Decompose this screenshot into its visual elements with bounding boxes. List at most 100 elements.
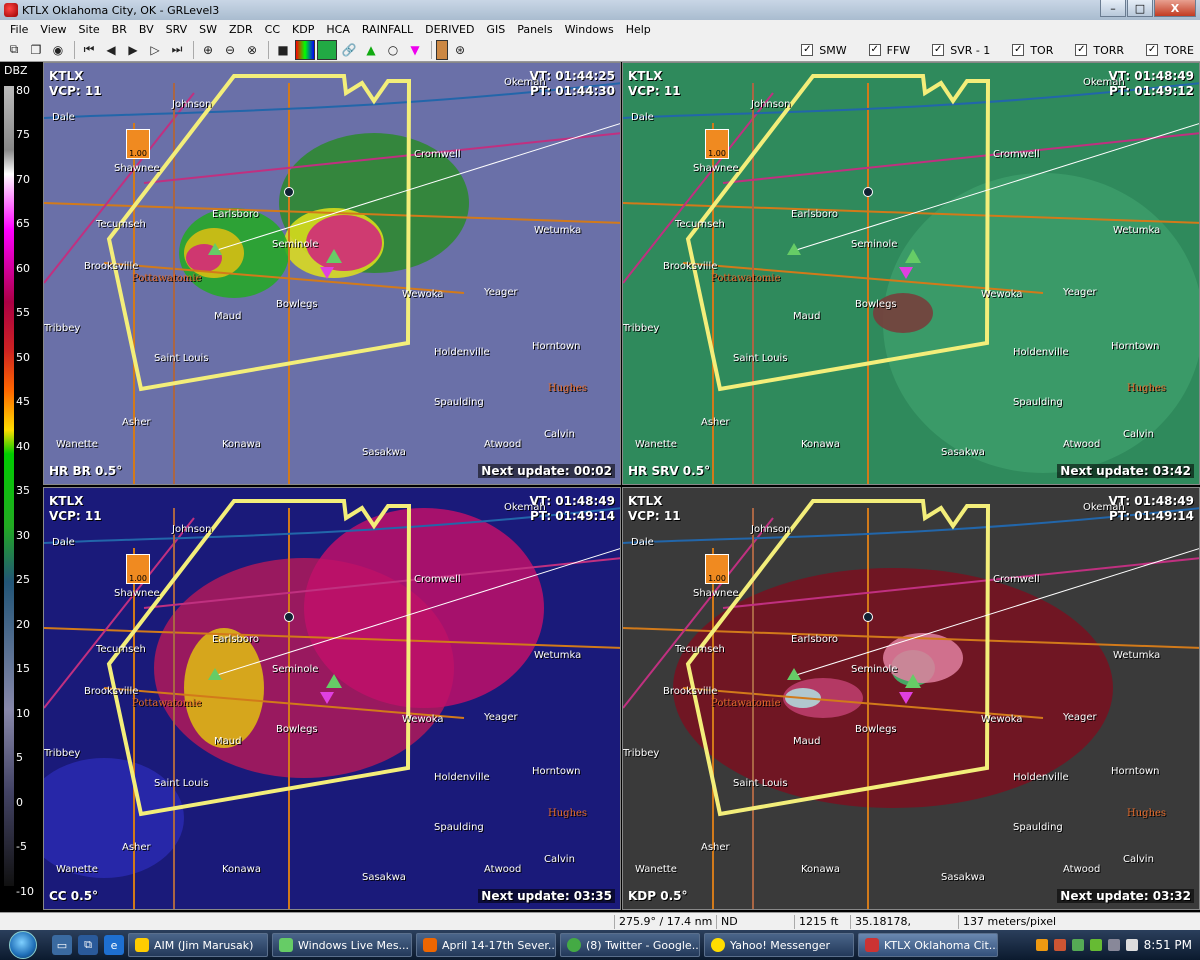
show-desktop-icon[interactable]: ▭ [52,935,72,955]
storm-cell-icon[interactable] [208,243,222,255]
checkbox-icon[interactable]: ✓ [1012,44,1025,56]
menu-br[interactable]: BR [106,23,133,36]
task-aim[interactable]: AIM (Jim Marusak) [128,933,268,957]
menu-cc[interactable]: CC [259,23,286,36]
menu-site[interactable]: Site [73,23,106,36]
zoom-in-icon[interactable]: ⊕ [198,40,218,60]
start-button[interactable] [0,930,46,960]
radar-site-icon[interactable] [863,612,873,622]
hail-size-label: 1.00 [708,574,726,583]
town-label-wanette: Wanette [56,439,98,450]
filter-ffw[interactable]: ✓ FFW [868,44,910,57]
stop-icon[interactable]: ■ [273,40,293,60]
switch-windows-icon[interactable]: ⧉ [78,935,98,955]
radar-site-icon[interactable] [863,187,873,197]
radar-panel-kdp[interactable]: KTLX VCP: 11 VT: 01:48:49 PT: 01:49:14 KDP 0… [622,487,1200,910]
menu-kdp[interactable]: KDP [286,23,320,36]
storm-cell-2-icon[interactable] [905,674,921,688]
first-frame-icon[interactable]: ⏮ [79,40,99,60]
radar-panel-cc[interactable]: KTLX VCP: 11 VT: 01:48:49 PT: 01:49:14 CC 0.… [43,487,621,910]
paste-icon[interactable]: ❐ [26,40,46,60]
filter-torr[interactable]: ✓ TORR [1075,44,1124,57]
mesocyclone-icon[interactable] [320,267,334,279]
link-icon[interactable]: 🔗 [339,40,359,60]
menu-hca[interactable]: HCA [320,23,355,36]
menu-srv[interactable]: SRV [160,23,194,36]
tray-icon[interactable] [1071,939,1084,951]
task-grlevel3[interactable]: KTLX Oklahoma Cit... [858,933,998,957]
menu-derived[interactable]: DERIVED [419,23,480,36]
radar-panel-br[interactable]: KTLX VCP: 11 VT: 01:44:25 PT: 01:44:30 HR BR… [43,62,621,485]
filter-tore[interactable]: ✓ TORE [1146,44,1194,57]
tray-icon[interactable] [1035,939,1048,951]
menu-view[interactable]: View [34,23,72,36]
checkbox-icon[interactable]: ✓ [868,44,881,56]
hail-marker-icon[interactable]: 1.00 [705,129,729,159]
checkbox-icon[interactable]: ✓ [1146,44,1159,56]
hail-marker-icon[interactable]: 1.00 [705,554,729,584]
storm-cell-icon[interactable] [787,668,801,680]
storm-cell-2-icon[interactable] [326,674,342,688]
town-label-atwood: Atwood [1063,439,1101,450]
menu-gis[interactable]: GIS [480,23,511,36]
status-value: ND [716,915,764,929]
town-label-hughes: Hughes [548,808,588,819]
zoom-out-icon[interactable]: ⊖ [220,40,240,60]
menu-rainfall[interactable]: RAINFALL [356,23,419,36]
menu-windows[interactable]: Windows [559,23,620,36]
mesocyclone-icon[interactable] [320,692,334,704]
storm-cell-icon[interactable] [208,668,222,680]
volume-icon[interactable] [1125,939,1138,951]
storm-track-icon[interactable]: ▲ [361,40,381,60]
step-forward-icon[interactable]: ▷ [145,40,165,60]
menu-bv[interactable]: BV [133,23,160,36]
map-layers-icon[interactable] [317,39,337,60]
step-back-icon[interactable]: ◀ [101,40,121,60]
radar-site-icon[interactable] [284,187,294,197]
checkbox-icon[interactable]: ✓ [1075,44,1088,56]
hail-marker-icon[interactable]: 1.00 [126,129,150,159]
menu-zdr[interactable]: ZDR [223,23,259,36]
menu-panels[interactable]: Panels [511,23,558,36]
network-icon[interactable] [1107,939,1120,951]
task-windows-live[interactable]: Windows Live Mes... [272,933,412,957]
hail-marker-icon[interactable]: 1.00 [126,554,150,584]
menu-sw[interactable]: SW [193,23,223,36]
internet-explorer-icon[interactable]: e [104,935,124,955]
play-icon[interactable]: ▶ [123,40,143,60]
zoom-reset-icon[interactable]: ⊗ [242,40,262,60]
maximize-button[interactable]: □ [1127,0,1153,17]
checkbox-icon[interactable]: ✓ [801,44,814,56]
toolbar-separator [74,40,75,59]
status-beam-height: 1215 ft [794,915,848,929]
radar-panel-srv[interactable]: KTLX VCP: 11 VT: 01:48:49 PT: 01:49:12 HR SR… [622,62,1200,485]
menu-file[interactable]: File [4,23,34,36]
radar-site-icon[interactable] [284,612,294,622]
filter-smw[interactable]: ✓ SMW [801,44,847,57]
circle-icon[interactable]: ○ [383,40,403,60]
tray-icon[interactable] [1053,939,1066,951]
town-label-brooksville: Brooksville [84,261,139,272]
meso-icon[interactable]: ▼ [405,40,425,60]
menu-help[interactable]: Help [620,23,657,36]
storm-cell-2-icon[interactable] [905,249,921,263]
mesocyclone-icon[interactable] [899,267,913,279]
storm-cell-2-icon[interactable] [326,249,342,263]
checkbox-icon[interactable]: ✓ [932,44,945,56]
close-button[interactable]: X [1154,0,1196,17]
target-icon[interactable]: ⊛ [450,40,470,60]
filter-tor[interactable]: ✓ TOR [1012,44,1053,57]
radar-site-icon[interactable]: ◉ [48,40,68,60]
hail-icon[interactable] [436,39,448,60]
task-chrome-twitter[interactable]: (8) Twitter - Google... [560,933,700,957]
last-frame-icon[interactable]: ⏭ [167,40,187,60]
task-yahoo[interactable]: Yahoo! Messenger [704,933,854,957]
copy-icon[interactable]: ⧉ [4,40,24,60]
filter-svr[interactable]: ✓ SVR - 1 [932,44,990,57]
color-table-icon[interactable] [295,39,315,60]
minimize-button[interactable]: – [1100,0,1126,17]
task-firefox[interactable]: April 14-17th Sever... [416,933,556,957]
storm-cell-icon[interactable] [787,243,801,255]
mesocyclone-icon[interactable] [899,692,913,704]
tray-icon[interactable] [1089,939,1102,951]
